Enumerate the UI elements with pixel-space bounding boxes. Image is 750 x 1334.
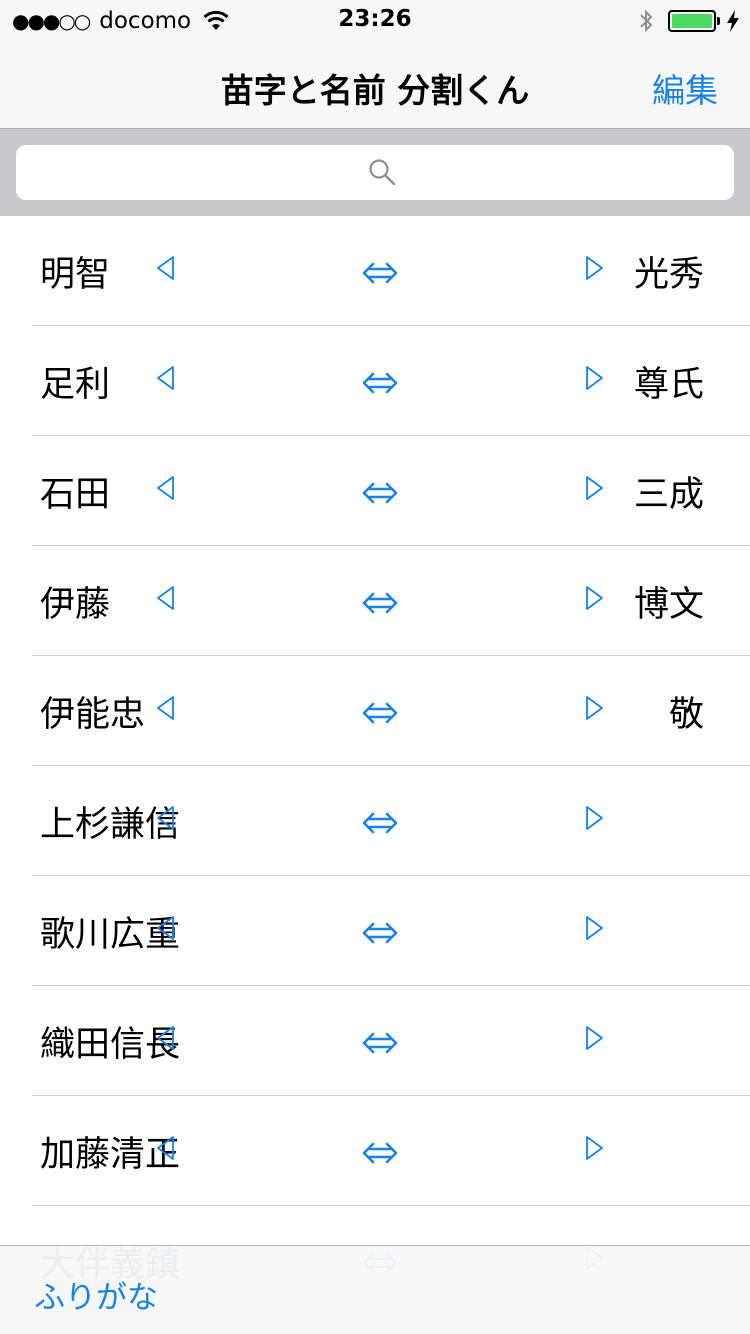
- swap-icon[interactable]: [362, 918, 398, 948]
- given-name-text: 博文: [633, 585, 704, 625]
- surname-text: 伊能忠: [40, 695, 146, 735]
- bluetooth-icon: [640, 9, 653, 33]
- swap-icon[interactable]: [362, 588, 398, 618]
- shift-left-icon[interactable]: [154, 804, 176, 832]
- shift-left-icon[interactable]: [154, 364, 176, 392]
- shift-left-icon[interactable]: [154, 1134, 176, 1162]
- given-name-text: 三成: [633, 475, 704, 515]
- list-row[interactable]: 加藤清正: [0, 1096, 750, 1206]
- shift-left-icon[interactable]: [154, 474, 176, 502]
- shift-right-icon[interactable]: [584, 254, 606, 282]
- surname-text: 明智: [40, 255, 111, 295]
- name-list: 明智光秀足利尊氏石田三成伊藤博文伊能忠敬上杉謙信歌川広重織田信長加藤清正大伴義鎮: [0, 216, 750, 1316]
- swap-icon[interactable]: [362, 258, 398, 288]
- shift-right-icon[interactable]: [584, 694, 606, 722]
- search-input[interactable]: [16, 145, 738, 202]
- surname-text: 石田: [40, 475, 111, 515]
- shift-left-icon[interactable]: [154, 694, 176, 722]
- status-right: [638, 7, 740, 35]
- status-bar: ●●●○○ docomo 23:26: [0, 0, 750, 40]
- list-row[interactable]: 石田 三成: [0, 436, 750, 546]
- navigation-bar: 苗字と名前 分割くん 編集: [0, 40, 750, 128]
- shift-left-icon[interactable]: [154, 914, 176, 942]
- shift-right-icon[interactable]: [584, 1024, 606, 1052]
- shift-right-icon[interactable]: [584, 914, 606, 942]
- furigana-button[interactable]: ふりがな: [34, 1272, 158, 1317]
- shift-right-icon[interactable]: [584, 474, 606, 502]
- shift-right-icon[interactable]: [584, 584, 606, 612]
- search-bar: [0, 128, 750, 216]
- swap-icon[interactable]: [362, 368, 398, 398]
- swap-icon[interactable]: [362, 1138, 398, 1168]
- surname-text: 足利: [40, 365, 111, 405]
- given-name-text: 光秀: [633, 255, 704, 295]
- shift-right-icon[interactable]: [584, 804, 606, 832]
- list-row[interactable]: 足利 尊氏: [0, 326, 750, 436]
- swap-icon[interactable]: [362, 478, 398, 508]
- list-row[interactable]: 伊能忠 敬: [0, 656, 750, 766]
- battery-level: [672, 14, 712, 28]
- page-title: 苗字と名前 分割くん: [220, 71, 530, 110]
- shift-right-icon[interactable]: [584, 364, 606, 392]
- edit-button[interactable]: 編集: [652, 64, 718, 112]
- shift-left-icon[interactable]: [154, 254, 176, 282]
- list-row[interactable]: 歌川広重: [0, 876, 750, 986]
- search-field[interactable]: [16, 145, 738, 202]
- swap-icon[interactable]: [362, 1028, 398, 1058]
- battery-icon: [668, 10, 716, 32]
- bottom-toolbar: ふりがな: [0, 1245, 750, 1334]
- list-row[interactable]: 明智 光秀: [0, 216, 750, 326]
- shift-left-icon[interactable]: [154, 1024, 176, 1052]
- shift-right-icon[interactable]: [584, 1134, 606, 1162]
- list-row[interactable]: 上杉謙信: [0, 766, 750, 876]
- swap-icon[interactable]: [362, 698, 398, 728]
- battery-tip: [717, 17, 720, 25]
- given-name-text: 敬: [668, 695, 704, 735]
- swap-icon[interactable]: [362, 808, 398, 838]
- given-name-text: 尊氏: [633, 365, 704, 405]
- charging-bolt-icon: [727, 10, 739, 32]
- list-row[interactable]: 伊藤 博文: [0, 546, 750, 656]
- shift-left-icon[interactable]: [154, 584, 176, 612]
- list-row[interactable]: 織田信長: [0, 986, 750, 1096]
- surname-text: 伊藤: [40, 585, 111, 625]
